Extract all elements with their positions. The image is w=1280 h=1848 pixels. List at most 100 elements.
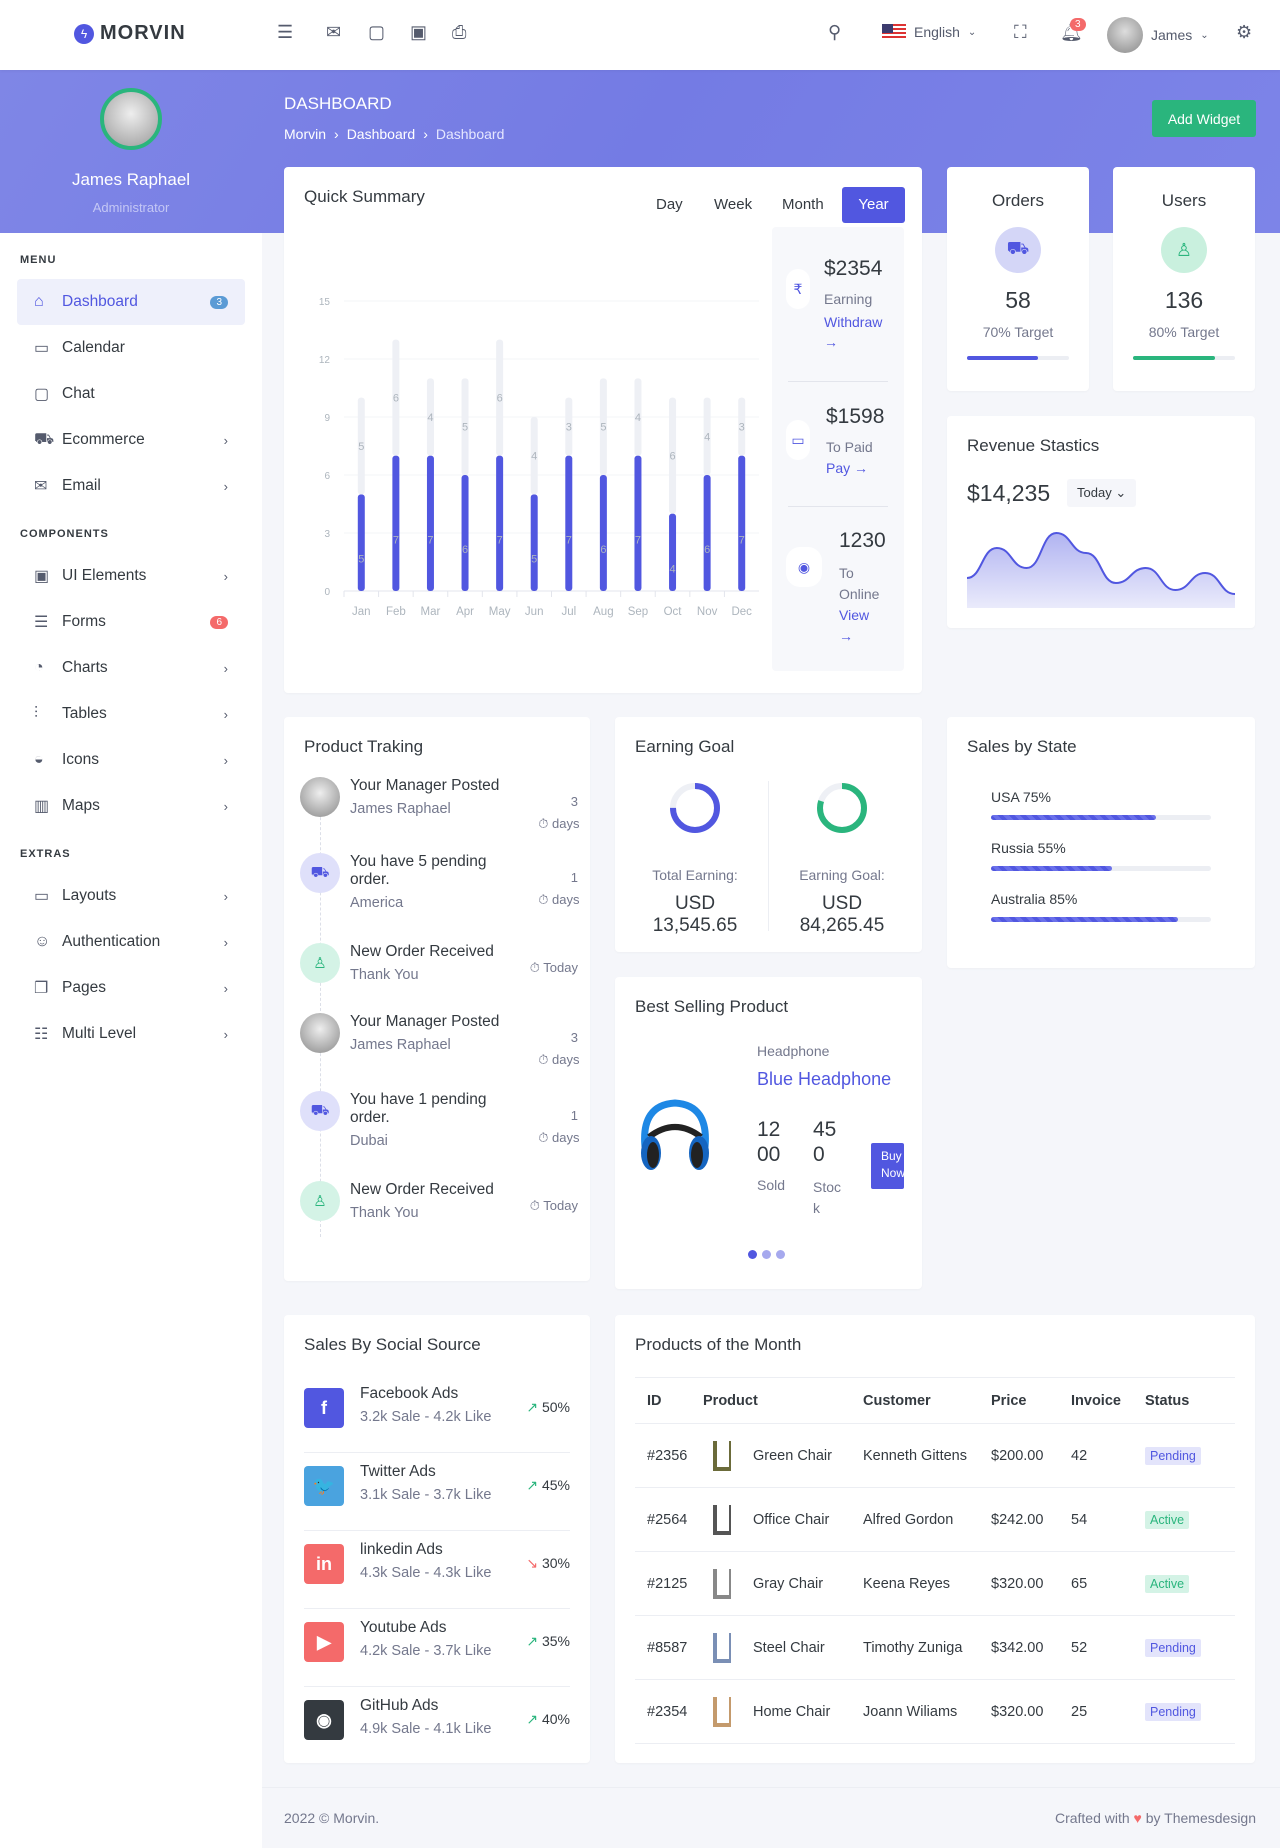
sidebar-item-label: Calendar	[62, 339, 125, 356]
carousel-dot[interactable]	[776, 1250, 785, 1259]
breadcrumb: Morvin › Dashboard › Dashboard	[284, 126, 504, 142]
product-name[interactable]: Blue Headphone	[757, 1069, 891, 1090]
sidebar-item-label: UI Elements	[62, 567, 147, 584]
state-row: Russia 55%	[991, 840, 1211, 871]
sidebar-item-ecommerce[interactable]: ⛟ Ecommerce ›	[17, 417, 245, 463]
period-label: Today	[1077, 485, 1112, 500]
sidebar-item-ui-elements[interactable]: ▣ UI Elements ›	[17, 553, 245, 599]
sidebar-item-multi-level[interactable]: ☷ Multi Level ›	[17, 1011, 245, 1057]
cell-invoice: 25	[1071, 1679, 1145, 1744]
printer-icon[interactable]: ⎙	[452, 22, 466, 43]
table-row[interactable]: #2354 Home Chair Joann Wiliams $320.00 25 Pen…	[635, 1679, 1235, 1744]
timeline-item[interactable]: ♙ New Order Received Thank You ⏱ Today	[300, 943, 578, 1013]
state-progress	[991, 866, 1211, 871]
tab-year[interactable]: Year	[842, 187, 905, 223]
carousel-dot[interactable]	[762, 1250, 771, 1259]
sidebar-item-chat[interactable]: ▢ Chat	[17, 371, 245, 417]
social-source-item[interactable]: f Facebook Ads 3.2k Sale - 4.2k Like ↗ 50%	[304, 1375, 570, 1453]
sidebar-item-calendar[interactable]: ▭ Calendar	[17, 325, 245, 371]
sidebar-item-maps[interactable]: ▥ Maps ›	[17, 783, 245, 829]
table-row[interactable]: #8587 Steel Chair Timothy Zuniga $342.00 52 P…	[635, 1615, 1235, 1680]
trend-up-icon: ↗	[526, 1711, 542, 1727]
brand-logo[interactable]: ϟ MORVIN	[74, 22, 186, 45]
sidebar-item-tables[interactable]: ⫶ Tables ›	[17, 691, 245, 737]
menu-icon[interactable]: ☰	[277, 22, 293, 43]
chevron-down-icon: ⌄	[1200, 29, 1209, 41]
breadcrumb-item[interactable]: Dashboard	[347, 126, 416, 142]
credit-card-icon: ▭	[786, 420, 810, 460]
buy-now-button[interactable]: Buy Now	[871, 1143, 904, 1189]
cell-product: Gray Chair	[703, 1551, 863, 1616]
add-widget-button[interactable]: Add Widget	[1152, 100, 1256, 137]
time-text: 3 days	[552, 794, 580, 831]
card-title: Users	[1161, 191, 1207, 210]
cell-id: #2125	[635, 1551, 703, 1616]
sidebar-item-charts[interactable]: ◔ Charts ›	[17, 645, 245, 691]
fullscreen-icon[interactable]: ⛶	[1014, 22, 1027, 43]
profile-name: James Raphael	[71, 170, 191, 189]
stat-value: $2354	[824, 257, 883, 280]
sidebar-item-authentication[interactable]: ☺ Authentication ›	[17, 919, 245, 965]
chat-icon[interactable]: ▢	[368, 22, 385, 43]
bar-primary	[738, 455, 746, 591]
view-link[interactable]: View →	[839, 605, 869, 647]
crafted-suffix[interactable]: by Themesdesign	[1146, 1810, 1256, 1826]
pay-link[interactable]: Pay →	[826, 460, 868, 476]
timeline-time: ⏱ 3 days	[518, 1027, 579, 1071]
timeline-time: ⏱ Today	[508, 957, 578, 979]
social-source-item[interactable]: ◉ GitHub Ads 4.9k Sale - 4.1k Like ↗ 40%	[304, 1687, 570, 1765]
user-menu[interactable]: James ⌄	[1107, 17, 1209, 53]
sidebar-profile: James Raphael Administrator	[0, 88, 262, 215]
goal-label: Earning Goal:	[799, 867, 885, 883]
sidebar-item-label: Layouts	[62, 887, 117, 904]
timeline-item[interactable]: Your Manager Posted James Raphael ⏱ 3 days	[300, 1013, 579, 1083]
state-row: USA 75%	[991, 789, 1211, 820]
timeline-title: New Order Received	[350, 943, 494, 960]
sidebar-item-dashboard[interactable]: ⌂ Dashboard 3	[17, 279, 245, 325]
timeline-item[interactable]: ⛟ You have 1 pending order. Dubai ⏱ 1 days	[300, 1091, 579, 1161]
search-icon[interactable]: ⚲	[828, 22, 841, 43]
social-source-item[interactable]: ▶ Youtube Ads 4.2k Sale - 3.7k Like ↗ 35%	[304, 1609, 570, 1687]
mail-icon[interactable]: ✉	[326, 22, 341, 43]
carousel-dot-active[interactable]	[748, 1250, 757, 1259]
gear-icon[interactable]: ⚙	[1236, 22, 1252, 43]
time-text: Today	[543, 1198, 578, 1213]
state-progress	[991, 917, 1211, 922]
link-label: Withdraw	[824, 314, 883, 330]
chevron-right-icon: ›	[223, 752, 228, 768]
social-source-item[interactable]: 🐦 Twitter Ads 3.1k Sale - 3.7k Like ↗ 45%	[304, 1453, 570, 1531]
state-label: USA 75%	[991, 789, 1051, 805]
cell-invoice: 65	[1071, 1551, 1145, 1616]
withdraw-link[interactable]: Withdraw →	[824, 312, 882, 352]
source-stats: 4.2k Sale - 3.7k Like	[360, 1643, 492, 1659]
profile-avatar[interactable]	[100, 88, 162, 150]
timeline-item[interactable]: Your Manager Posted James Raphael ⏱ 3 days	[300, 777, 580, 847]
table-row[interactable]: #2125 Gray Chair Keena Reyes $320.00 65 Activ…	[635, 1551, 1235, 1616]
tab-week[interactable]: Week	[700, 187, 766, 223]
sidebar-item-pages[interactable]: ❐ Pages ›	[17, 965, 245, 1011]
sidebar-item-icons[interactable]: ◒ Icons ›	[17, 737, 245, 783]
bar-primary	[496, 455, 504, 591]
social-source-item[interactable]: in linkedin Ads 4.3k Sale - 4.3k Like ↘ 30%	[304, 1531, 570, 1609]
stock-label: Stock	[813, 1179, 842, 1216]
sidebar-item-forms[interactable]: ☰ Forms 6	[17, 599, 245, 645]
period-dropdown[interactable]: Today ⌄	[1067, 479, 1137, 507]
table-row[interactable]: #2356 Green Chair Kenneth Gittens $200.00 42…	[635, 1423, 1235, 1488]
source-stats: 3.2k Sale - 4.2k Like	[360, 1409, 492, 1425]
language-selector[interactable]: English ⌄	[882, 24, 976, 40]
tab-day[interactable]: Day	[642, 187, 697, 223]
sidebar-item-label: Tables	[62, 705, 107, 722]
x-tick-label: Dec	[731, 606, 752, 618]
bar-data-label: 5	[462, 422, 468, 434]
sidebar-item-email[interactable]: ✉ Email ›	[17, 463, 245, 509]
timeline-item[interactable]: ⛟ You have 5 pending order. America ⏱ 1 day…	[300, 853, 579, 923]
timeline-time: ⏱ 1 days	[518, 867, 579, 911]
breadcrumb-item[interactable]: Morvin	[284, 126, 326, 142]
sidebar-item-layouts[interactable]: ▭ Layouts ›	[17, 873, 245, 919]
bar-data-label: 4	[669, 563, 675, 575]
calendar-icon[interactable]: ▣	[410, 22, 427, 43]
timeline-item[interactable]: ♙ New Order Received Thank You ⏱ Today	[300, 1181, 578, 1251]
tab-month[interactable]: Month	[768, 187, 838, 223]
table-row[interactable]: #2564 Office Chair Alfred Gordon $242.00 54 A…	[635, 1487, 1235, 1552]
product-name: Home Chair	[753, 1703, 831, 1720]
